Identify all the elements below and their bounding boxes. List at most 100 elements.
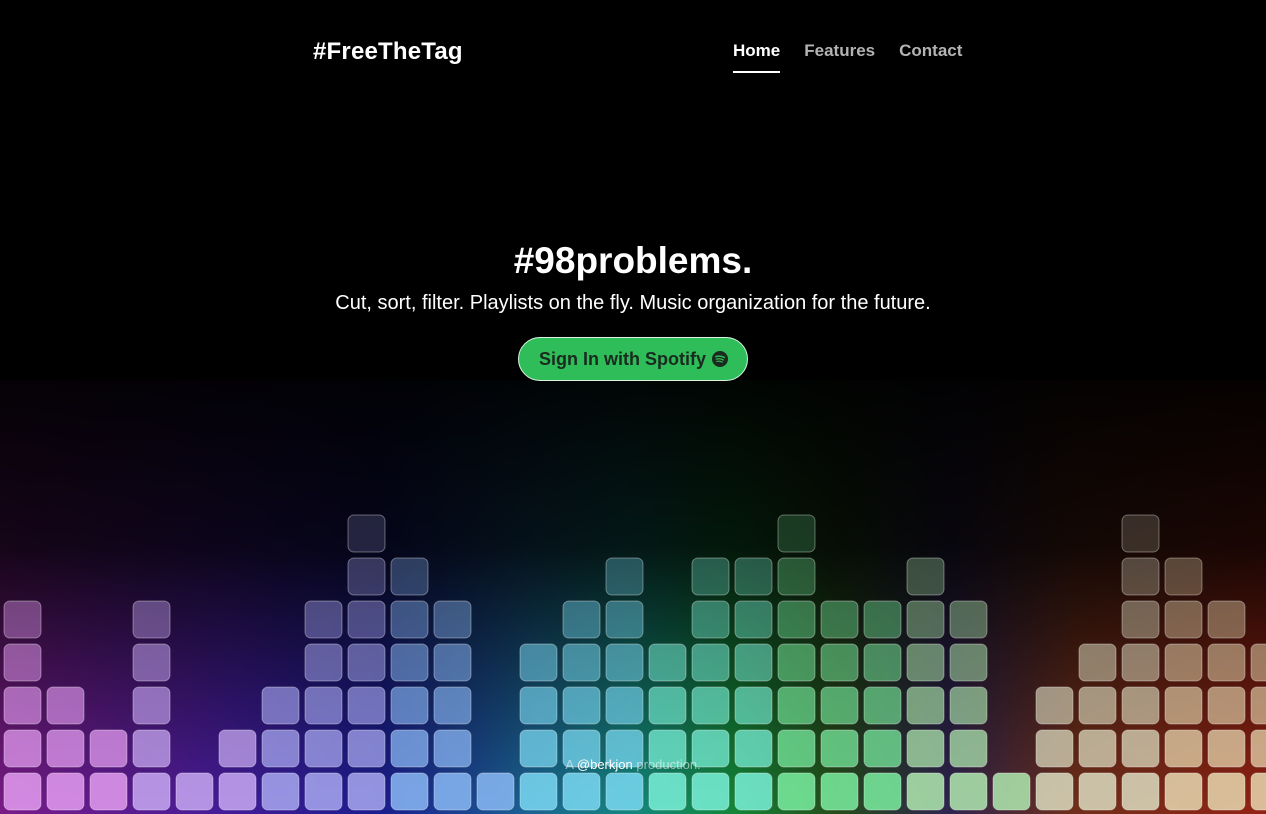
equalizer-cell xyxy=(304,772,343,811)
equalizer-cell xyxy=(906,600,945,639)
equalizer-cell xyxy=(734,557,773,596)
equalizer-cell xyxy=(132,686,171,725)
equalizer-cell xyxy=(820,643,859,682)
equalizer-cell xyxy=(1207,600,1246,639)
equalizer-cell xyxy=(820,686,859,725)
equalizer-cell xyxy=(777,643,816,682)
equalizer-cell xyxy=(949,643,988,682)
author-link[interactable]: @berkjon xyxy=(577,757,633,772)
equalizer-cell xyxy=(1078,772,1117,811)
equalizer-cell xyxy=(3,643,42,682)
equalizer-cell xyxy=(1078,643,1117,682)
equalizer-cell xyxy=(605,686,644,725)
equalizer-cell xyxy=(1121,643,1160,682)
equalizer-cell xyxy=(519,686,558,725)
equalizer-cell xyxy=(562,686,601,725)
equalizer-cell xyxy=(89,772,128,811)
equalizer-cell xyxy=(820,600,859,639)
equalizer-cell xyxy=(734,600,773,639)
hero-title: #98problems. xyxy=(513,240,753,281)
equalizer-cell xyxy=(261,686,300,725)
equalizer-cell xyxy=(261,772,300,811)
spotify-icon xyxy=(711,351,728,367)
cta-label: Sign In with Spotify xyxy=(539,348,706,369)
hero-subtitle: Cut, sort, filter. Playlists on the fly.… xyxy=(335,292,931,314)
equalizer-cell xyxy=(605,772,644,811)
equalizer-cell xyxy=(46,772,85,811)
brand-logo[interactable]: #FreeTheTag xyxy=(313,38,463,66)
equalizer-cell xyxy=(1164,557,1203,596)
equalizer-cell xyxy=(390,686,429,725)
equalizer-cell xyxy=(347,643,386,682)
equalizer-cell xyxy=(1121,514,1160,553)
equalizer-cell xyxy=(605,600,644,639)
equalizer-cell xyxy=(433,686,472,725)
spotify-sign-in-button[interactable]: Sign In with Spotify xyxy=(518,337,748,381)
equalizer-cell xyxy=(519,772,558,811)
equalizer-cell xyxy=(777,772,816,811)
equalizer-cell xyxy=(347,772,386,811)
equalizer-cell xyxy=(304,643,343,682)
equalizer-cell xyxy=(519,643,558,682)
equalizer-cell xyxy=(863,686,902,725)
equalizer-cell xyxy=(175,772,214,811)
equalizer-cell xyxy=(1121,772,1160,811)
equalizer-cell xyxy=(1121,686,1160,725)
equalizer-cell xyxy=(1164,643,1203,682)
equalizer-cell xyxy=(1121,557,1160,596)
equalizer-cell xyxy=(605,557,644,596)
nav-contact[interactable]: Contact xyxy=(899,41,962,73)
equalizer-cell xyxy=(347,557,386,596)
equalizer-cell xyxy=(1250,686,1266,725)
equalizer-cell xyxy=(562,600,601,639)
equalizer-cell xyxy=(1035,772,1074,811)
equalizer-cell xyxy=(777,600,816,639)
footer-prefix: A xyxy=(565,757,577,772)
equalizer-cell xyxy=(691,600,730,639)
equalizer-cell xyxy=(1250,772,1266,811)
equalizer-cell xyxy=(562,772,601,811)
equalizer-cell xyxy=(476,772,515,811)
nav-home[interactable]: Home xyxy=(733,41,781,73)
equalizer-cell xyxy=(347,686,386,725)
equalizer-cell xyxy=(433,600,472,639)
equalizer-cell xyxy=(906,557,945,596)
equalizer-cell xyxy=(691,686,730,725)
equalizer-cell xyxy=(1250,643,1266,682)
equalizer-cell xyxy=(3,600,42,639)
equalizer-cell xyxy=(1207,643,1246,682)
equalizer-cell xyxy=(46,686,85,725)
equalizer-cell xyxy=(1164,600,1203,639)
equalizer-cell xyxy=(347,600,386,639)
equalizer-cell xyxy=(992,772,1031,811)
equalizer-cell xyxy=(1164,686,1203,725)
equalizer-cell xyxy=(734,772,773,811)
equalizer-cell xyxy=(3,686,42,725)
equalizer-cell xyxy=(648,643,687,682)
equalizer-cell xyxy=(906,686,945,725)
page: #FreeTheTag Home Features Contact #98pro… xyxy=(0,0,1266,814)
equalizer-cell xyxy=(433,772,472,811)
equalizer-cell xyxy=(906,772,945,811)
equalizer-cell xyxy=(433,643,472,682)
footer-suffix: production. xyxy=(632,757,701,772)
equalizer-cell xyxy=(777,686,816,725)
equalizer-cell xyxy=(132,772,171,811)
footer-credit: A @berkjon production. xyxy=(0,757,1266,772)
equalizer-cell xyxy=(820,772,859,811)
equalizer-cell xyxy=(132,600,171,639)
equalizer-cell xyxy=(304,600,343,639)
equalizer-cell xyxy=(906,643,945,682)
header: #FreeTheTag Home Features Contact xyxy=(0,0,1266,100)
equalizer-cell xyxy=(691,557,730,596)
equalizer-cell xyxy=(3,772,42,811)
equalizer-cell xyxy=(863,772,902,811)
equalizer-cell xyxy=(390,643,429,682)
equalizer-cell xyxy=(863,643,902,682)
equalizer-cell xyxy=(1207,686,1246,725)
main-nav: Home Features Contact xyxy=(733,41,962,73)
nav-features[interactable]: Features xyxy=(804,41,875,73)
equalizer-cell xyxy=(648,686,687,725)
hero: #98problems. Cut, sort, filter. Playlist… xyxy=(0,238,1266,381)
equalizer-cell xyxy=(1035,686,1074,725)
